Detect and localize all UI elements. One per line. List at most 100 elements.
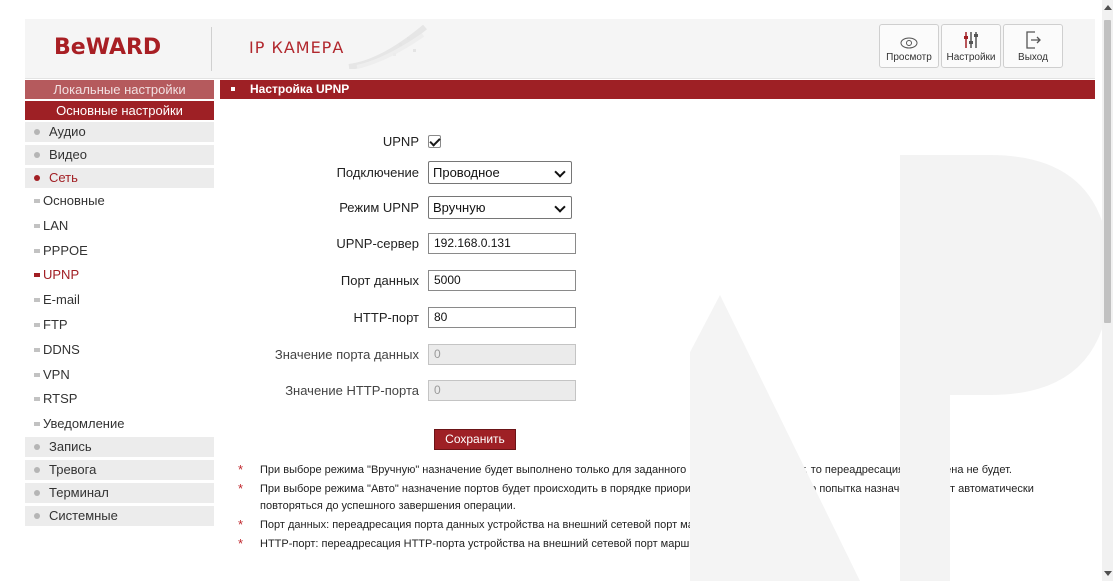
product-subtitle: IP КАМЕРА — [249, 38, 345, 57]
save-button[interactable]: Сохранить — [434, 429, 516, 450]
http-port-label: HTTP-порт — [353, 309, 419, 325]
sidebar-main-settings[interactable]: Основные настройки — [25, 101, 214, 120]
sidebar-subitem-notification[interactable]: Уведомление — [25, 414, 214, 434]
sidebar: Локальные настройки Основные настройки А… — [25, 80, 214, 529]
sub-bullet-icon — [34, 422, 40, 427]
sub-bullet-icon — [34, 248, 40, 253]
data-port-status-row: Значение порта данных — [220, 342, 576, 366]
sidebar-item-label: Видео — [49, 147, 87, 162]
sidebar-item-terminal[interactable]: Терминал — [25, 483, 214, 504]
sidebar-subitem-vpn[interactable]: VPN — [25, 365, 214, 385]
bullet-icon — [34, 513, 40, 520]
sub-bullet-icon — [34, 298, 40, 303]
data-port-status-label: Значение порта данных — [274, 346, 419, 362]
exit-button-label: Выход — [1018, 52, 1048, 63]
sidebar-subitem-basic[interactable]: Основные — [25, 191, 214, 211]
upnp-label: UPNP — [382, 133, 419, 149]
header: BeWARD IP КАМЕРА Просмотр Настройки Выхо… — [25, 19, 1095, 79]
logo-divider — [211, 27, 212, 71]
header-swoosh-decoration — [348, 25, 427, 69]
sidebar-item-label: Терминал — [49, 485, 109, 501]
scrollbar-thumb[interactable] — [1104, 20, 1111, 323]
http-port-input[interactable] — [428, 306, 576, 328]
sidebar-subitem-lan[interactable]: LAN — [25, 216, 214, 236]
sidebar-item-alarm[interactable]: Тревога — [25, 460, 214, 481]
sidebar-subitem-rtsp[interactable]: RTSP — [25, 389, 214, 409]
sidebar-item-label: Сеть — [49, 170, 78, 185]
sidebar-subitem-pppoe[interactable]: PPPOE — [25, 241, 214, 261]
data-port-status-input — [428, 343, 576, 365]
upnp-row: UPNP — [220, 129, 441, 153]
page-title: Настройка UPNP — [250, 82, 350, 96]
app-frame: BeWARD IP КАМЕРА Просмотр Настройки Выхо… — [0, 0, 1102, 581]
bullet-icon — [34, 467, 40, 474]
sidebar-item-label: Запись — [49, 439, 92, 455]
upnp-checkbox[interactable] — [428, 134, 441, 148]
sidebar-subitem-ddns[interactable]: DDNS — [25, 340, 214, 360]
beward-logo: BeWARD — [54, 35, 162, 60]
data-port-row: Порт данных — [220, 268, 576, 292]
connection-row: Подключение Проводное — [220, 160, 572, 184]
sub-bullet-icon — [34, 397, 40, 402]
sidebar-subitem-label: E-mail — [43, 292, 80, 308]
asterisk-icon: * — [238, 536, 244, 551]
sidebar-subitem-label: PPPOE — [43, 242, 88, 258]
server-row: UPNP-сервер — [220, 231, 576, 255]
settings-button-label: Настройки — [946, 52, 996, 63]
sub-bullet-icon — [34, 372, 40, 377]
sub-bullet-icon — [34, 223, 40, 228]
connection-label: Подключение — [336, 164, 419, 180]
chevron-down-icon — [554, 200, 566, 213]
sidebar-item-system[interactable]: Системные — [25, 506, 214, 527]
sidebar-item-record[interactable]: Запись — [25, 437, 214, 458]
sidebar-subitem-label: RTSP — [43, 391, 78, 407]
sidebar-item-video[interactable]: Видео — [25, 145, 214, 165]
sidebar-subitem-label: FTP — [43, 316, 68, 332]
http-port-status-row: Значение HTTP-порта — [220, 378, 576, 402]
sliders-icon — [964, 32, 978, 48]
exit-icon — [1026, 31, 1041, 49]
sub-bullet-icon — [34, 347, 40, 352]
connection-select[interactable]: Проводное — [428, 160, 572, 184]
sidebar-local-settings[interactable]: Локальные настройки — [25, 80, 214, 99]
sidebar-subitem-label: UPNP — [43, 267, 80, 283]
eye-icon — [900, 37, 918, 49]
sub-bullet-icon — [34, 199, 40, 203]
exit-button[interactable]: Выход — [1003, 24, 1063, 68]
chevron-down-icon — [554, 165, 566, 178]
bullet-icon — [34, 444, 40, 451]
connection-select-value: Проводное — [433, 164, 500, 180]
upnp-mode-select[interactable]: Вручную — [428, 195, 572, 219]
settings-button[interactable]: Настройки — [941, 24, 1001, 68]
bullet-icon — [34, 129, 40, 135]
server-label: UPNP-сервер — [336, 235, 419, 251]
scroll-up-arrow-icon[interactable] — [1104, 5, 1112, 10]
sub-bullet-icon — [34, 322, 40, 327]
mode-row: Режим UPNP Вручную — [220, 195, 572, 219]
http-port-row: HTTP-порт — [220, 305, 576, 329]
asterisk-icon: * — [238, 462, 244, 477]
sidebar-item-network[interactable]: Сеть — [25, 168, 214, 188]
sidebar-subitem-label: LAN — [43, 217, 69, 233]
upnp-server-input[interactable] — [428, 232, 576, 254]
sidebar-item-label: Тревога — [49, 462, 97, 478]
data-port-label: Порт данных — [340, 272, 419, 288]
data-port-input[interactable] — [428, 269, 576, 291]
http-port-status-label: Значение HTTP-порта — [285, 382, 419, 398]
asterisk-icon: * — [238, 517, 244, 532]
sidebar-subitem-email[interactable]: E-mail — [25, 290, 214, 310]
view-button-label: Просмотр — [886, 52, 932, 63]
mode-label: Режим UPNP — [339, 199, 419, 215]
sidebar-subitem-label: Уведомление — [43, 416, 125, 432]
view-button[interactable]: Просмотр — [879, 24, 939, 68]
header-bullet-icon — [231, 87, 235, 91]
sidebar-subitem-ftp[interactable]: FTP — [25, 315, 214, 335]
bullet-icon — [34, 490, 40, 497]
sidebar-subitem-upnp[interactable]: UPNP — [25, 265, 214, 285]
sidebar-item-label: Системные — [49, 508, 118, 524]
scroll-down-arrow-icon[interactable] — [1104, 571, 1112, 576]
bullet-icon — [34, 175, 40, 181]
sidebar-subitem-label: Основные — [43, 193, 105, 208]
vertical-scrollbar[interactable] — [1102, 0, 1113, 581]
sidebar-item-audio[interactable]: Аудио — [25, 122, 214, 142]
